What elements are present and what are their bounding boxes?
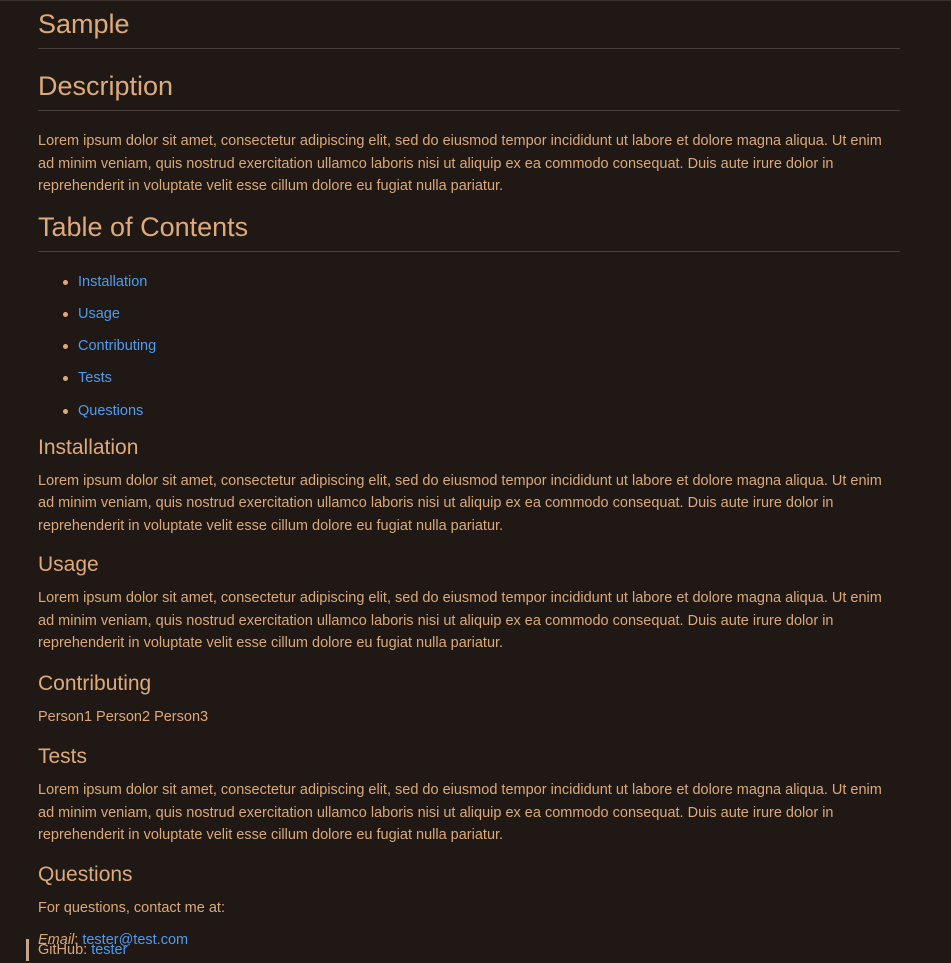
bullet-icon bbox=[63, 376, 68, 382]
toc-link-tests[interactable]: Tests bbox=[78, 370, 112, 386]
description-text: Lorem ipsum dolor sit amet, consectetur … bbox=[38, 133, 882, 194]
tests-heading: Tests bbox=[38, 745, 88, 769]
github-link[interactable]: tester bbox=[91, 942, 127, 958]
toc-heading: Table of Contents bbox=[38, 211, 900, 252]
toc-link-questions[interactable]: Questions bbox=[78, 403, 143, 419]
usage-text: Lorem ipsum dolor sit amet, consectetur … bbox=[38, 590, 882, 652]
github-blockquote: GitHub: tester bbox=[26, 939, 127, 961]
github-label: GitHub: bbox=[38, 942, 92, 958]
email-line: Email: tester@test.com bbox=[38, 929, 900, 952]
toc-item-installation: Installation bbox=[38, 271, 900, 303]
bullet-icon bbox=[63, 344, 68, 350]
contributing-heading: Contributing bbox=[38, 671, 152, 695]
questions-heading: Questions bbox=[38, 862, 133, 886]
toc-item-questions: Questions bbox=[38, 400, 900, 432]
page-title: Sample bbox=[38, 8, 900, 49]
bullet-icon bbox=[63, 311, 68, 317]
toc-link-installation[interactable]: Installation bbox=[78, 274, 147, 290]
installation-heading: Installation bbox=[38, 435, 139, 459]
toc-link-contributing[interactable]: Contributing bbox=[78, 338, 156, 354]
questions-intro: For questions, contact me at: bbox=[38, 899, 225, 916]
toc-list: Installation Usage Contributing Tests Qu… bbox=[38, 271, 900, 432]
usage-heading: Usage bbox=[38, 553, 99, 577]
tests-text: Lorem ipsum dolor sit amet, consectetur … bbox=[38, 782, 882, 844]
toc-item-usage: Usage bbox=[38, 303, 900, 335]
installation-text: Lorem ipsum dolor sit amet, consectetur … bbox=[38, 472, 882, 534]
readme-content: Sample Description Lorem ipsum dolor sit… bbox=[38, 0, 900, 952]
description-heading: Description bbox=[38, 70, 900, 111]
bullet-icon bbox=[63, 279, 68, 285]
contributing-text: Person1 Person2 Person3 bbox=[38, 708, 209, 725]
toc-item-contributing: Contributing bbox=[38, 335, 900, 367]
toc-item-tests: Tests bbox=[38, 367, 900, 399]
toc-link-usage[interactable]: Usage bbox=[78, 306, 120, 322]
bullet-icon bbox=[63, 408, 68, 414]
